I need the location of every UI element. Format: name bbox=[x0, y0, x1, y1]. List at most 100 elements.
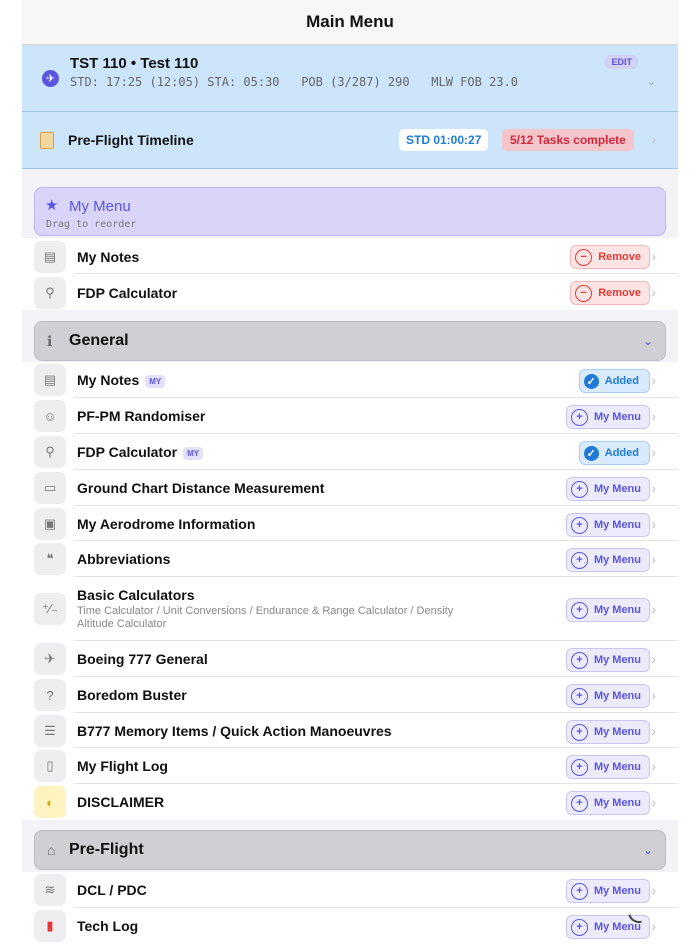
item-subtitle: Time Calculator / Unit Conversions / End… bbox=[77, 605, 454, 630]
info-icon: ℹ bbox=[47, 333, 53, 349]
airplane-icon: ✈ bbox=[42, 70, 59, 87]
chevron-right-icon: › bbox=[651, 480, 656, 496]
plus-circle-icon: + bbox=[570, 516, 588, 534]
item-label-text: My Notes bbox=[77, 372, 140, 388]
add-to-my-menu-button[interactable]: + My Menu bbox=[565, 513, 650, 537]
flight-mlw-fob: MLW FOB 23.0 bbox=[431, 75, 518, 89]
my-menu-label: My Menu bbox=[593, 761, 641, 773]
general-title: General bbox=[69, 332, 129, 349]
plus-circle-icon: + bbox=[570, 551, 588, 569]
edit-button[interactable]: EDIT bbox=[605, 55, 638, 69]
shield-warning-icon: ◐ bbox=[34, 786, 66, 818]
preflight-section-header[interactable]: ⌂ Pre-Flight ⌄ bbox=[34, 830, 666, 870]
document-icon: ▯ bbox=[34, 750, 66, 782]
item-label: My Notes MY bbox=[77, 372, 166, 388]
house-icon: ⌂ bbox=[47, 842, 56, 858]
quote-icon: ❝ bbox=[34, 543, 66, 575]
add-to-my-menu-button[interactable]: + My Menu bbox=[565, 684, 650, 708]
add-to-my-menu-button[interactable]: + My Menu bbox=[565, 648, 650, 672]
question-bubble-icon: ? bbox=[34, 679, 66, 711]
remove-label: Remove bbox=[598, 287, 641, 299]
preflight-title: Pre-Flight bbox=[69, 841, 144, 858]
chevron-right-icon: › bbox=[651, 248, 656, 264]
preflight-timeline-row[interactable]: Pre-Flight Timeline STD 01:00:27 5/12 Ta… bbox=[22, 112, 678, 169]
item-label: Tech Log bbox=[77, 918, 138, 934]
list-item[interactable]: ☺ PF-PM Randomiser + My Menu › bbox=[22, 398, 678, 434]
add-to-my-menu-button[interactable]: + My Menu bbox=[565, 477, 650, 501]
list-item[interactable]: ⚲ FDP Calculator − Remove › bbox=[22, 274, 678, 310]
list-item[interactable]: ✈ Boeing 777 General + My Menu › bbox=[22, 641, 678, 677]
list-item[interactable]: ▭ Ground Chart Distance Measurement + My Me… bbox=[22, 470, 678, 506]
list-item[interactable]: ▤ My Notes MY ✓ Added › bbox=[22, 362, 678, 398]
item-label-text: FDP Calculator bbox=[77, 444, 178, 460]
add-to-my-menu-button[interactable]: + My Menu bbox=[565, 598, 650, 622]
list-item[interactable]: ⚲ FDP Calculator MY ✓ Added › bbox=[22, 434, 678, 470]
flight-card[interactable]: ✈ TST 110 • Test 110 STD: 17:25 (12:05) … bbox=[22, 45, 678, 112]
item-label: My Aerodrome Information bbox=[77, 516, 255, 532]
add-to-my-menu-button[interactable]: + My Menu bbox=[565, 791, 650, 815]
plus-circle-icon: + bbox=[570, 408, 588, 426]
chevron-right-icon: › bbox=[651, 723, 656, 739]
added-button[interactable]: ✓ Added bbox=[578, 441, 650, 465]
chevron-down-icon[interactable]: ⌄ bbox=[647, 75, 656, 88]
list-item[interactable]: ❝ Abbreviations + My Menu › bbox=[22, 541, 678, 577]
list-item[interactable]: ▤ My Notes − Remove › bbox=[22, 238, 678, 274]
item-label-text: B777 Memory Items / Quick Action Manoeuv… bbox=[77, 723, 392, 739]
chevron-right-icon: › bbox=[651, 882, 656, 898]
list-item[interactable]: ? Boredom Buster + My Menu › bbox=[22, 677, 678, 713]
item-label: Basic Calculators bbox=[77, 587, 195, 603]
list-item[interactable]: ◐ DISCLAIMER + My Menu › bbox=[22, 784, 678, 820]
added-label: Added bbox=[604, 375, 639, 387]
flight-title: TST 110 • Test 110 bbox=[70, 55, 199, 72]
item-label-text: Boredom Buster bbox=[77, 687, 187, 703]
add-to-my-menu-button[interactable]: + My Menu bbox=[565, 720, 650, 744]
list-item[interactable]: ⁺∕₋ Basic Calculators Time Calculator / Un… bbox=[22, 577, 678, 641]
my-menu-label: My Menu bbox=[593, 885, 641, 897]
flight-times: STD: 17:25 (12:05) STA: 05:30 POB (3/287… bbox=[70, 75, 518, 89]
plus-circle-icon: + bbox=[570, 882, 588, 900]
nav-bar: Main Menu bbox=[22, 0, 678, 45]
added-button[interactable]: ✓ Added bbox=[578, 369, 650, 393]
my-menu-label: My Menu bbox=[593, 797, 641, 809]
tech-log-icon: ▮ bbox=[34, 910, 66, 942]
chevron-right-icon: › bbox=[651, 444, 656, 460]
my-badge: MY bbox=[145, 374, 166, 388]
chevron-down-icon[interactable]: ⌄ bbox=[643, 334, 653, 348]
list-icon: ☰ bbox=[34, 715, 66, 747]
list-item[interactable]: ☰ B777 Memory Items / Quick Action Manoeu… bbox=[22, 713, 678, 748]
my-menu-label: My Menu bbox=[593, 726, 641, 738]
my-menu-label: My Menu bbox=[593, 411, 641, 423]
add-to-my-menu-button[interactable]: + My Menu bbox=[565, 405, 650, 429]
item-label-text: Tech Log bbox=[77, 918, 139, 934]
item-label: My Notes bbox=[77, 249, 140, 265]
chevron-right-icon: › bbox=[651, 131, 656, 147]
chevron-right-icon: › bbox=[651, 284, 656, 300]
my-menu-label: My Menu bbox=[593, 690, 641, 702]
my-menu-label: My Menu bbox=[593, 554, 641, 566]
notes-icon: ▤ bbox=[34, 241, 66, 273]
plus-circle-icon: + bbox=[570, 480, 588, 498]
list-item[interactable]: ≋ DCL / PDC + My Menu › bbox=[22, 872, 678, 908]
add-to-my-menu-button[interactable]: + My Menu bbox=[565, 879, 650, 903]
item-label: PF-PM Randomiser bbox=[77, 408, 205, 424]
chevron-down-icon[interactable]: ⌄ bbox=[643, 843, 653, 857]
added-label: Added bbox=[604, 447, 639, 459]
chevron-right-icon: › bbox=[651, 516, 656, 532]
person-clock-icon: ⚲ bbox=[34, 277, 66, 309]
chevron-right-icon: › bbox=[651, 372, 656, 388]
list-item[interactable]: ▣ My Aerodrome Information + My Menu › bbox=[22, 506, 678, 541]
checkmark-circle-icon: ✓ bbox=[583, 373, 599, 389]
timeline-label: Pre-Flight Timeline bbox=[68, 132, 194, 148]
plus-circle-icon: + bbox=[570, 601, 588, 619]
my-menu-label: My Menu bbox=[593, 604, 641, 616]
remove-button[interactable]: − Remove bbox=[570, 281, 650, 305]
list-item[interactable]: ▮ Tech Log + My Menu › bbox=[22, 908, 678, 944]
notes-icon: ▤ bbox=[34, 364, 66, 396]
list-item[interactable]: ▯ My Flight Log + My Menu › bbox=[22, 748, 678, 784]
general-section-header[interactable]: ℹ General ⌄ bbox=[34, 321, 666, 361]
add-to-my-menu-button[interactable]: + My Menu bbox=[565, 755, 650, 779]
remove-button[interactable]: − Remove bbox=[570, 245, 650, 269]
item-label: DCL / PDC bbox=[77, 882, 147, 898]
std-countdown-badge: STD 01:00:27 bbox=[399, 129, 489, 151]
add-to-my-menu-button[interactable]: + My Menu bbox=[565, 548, 650, 572]
